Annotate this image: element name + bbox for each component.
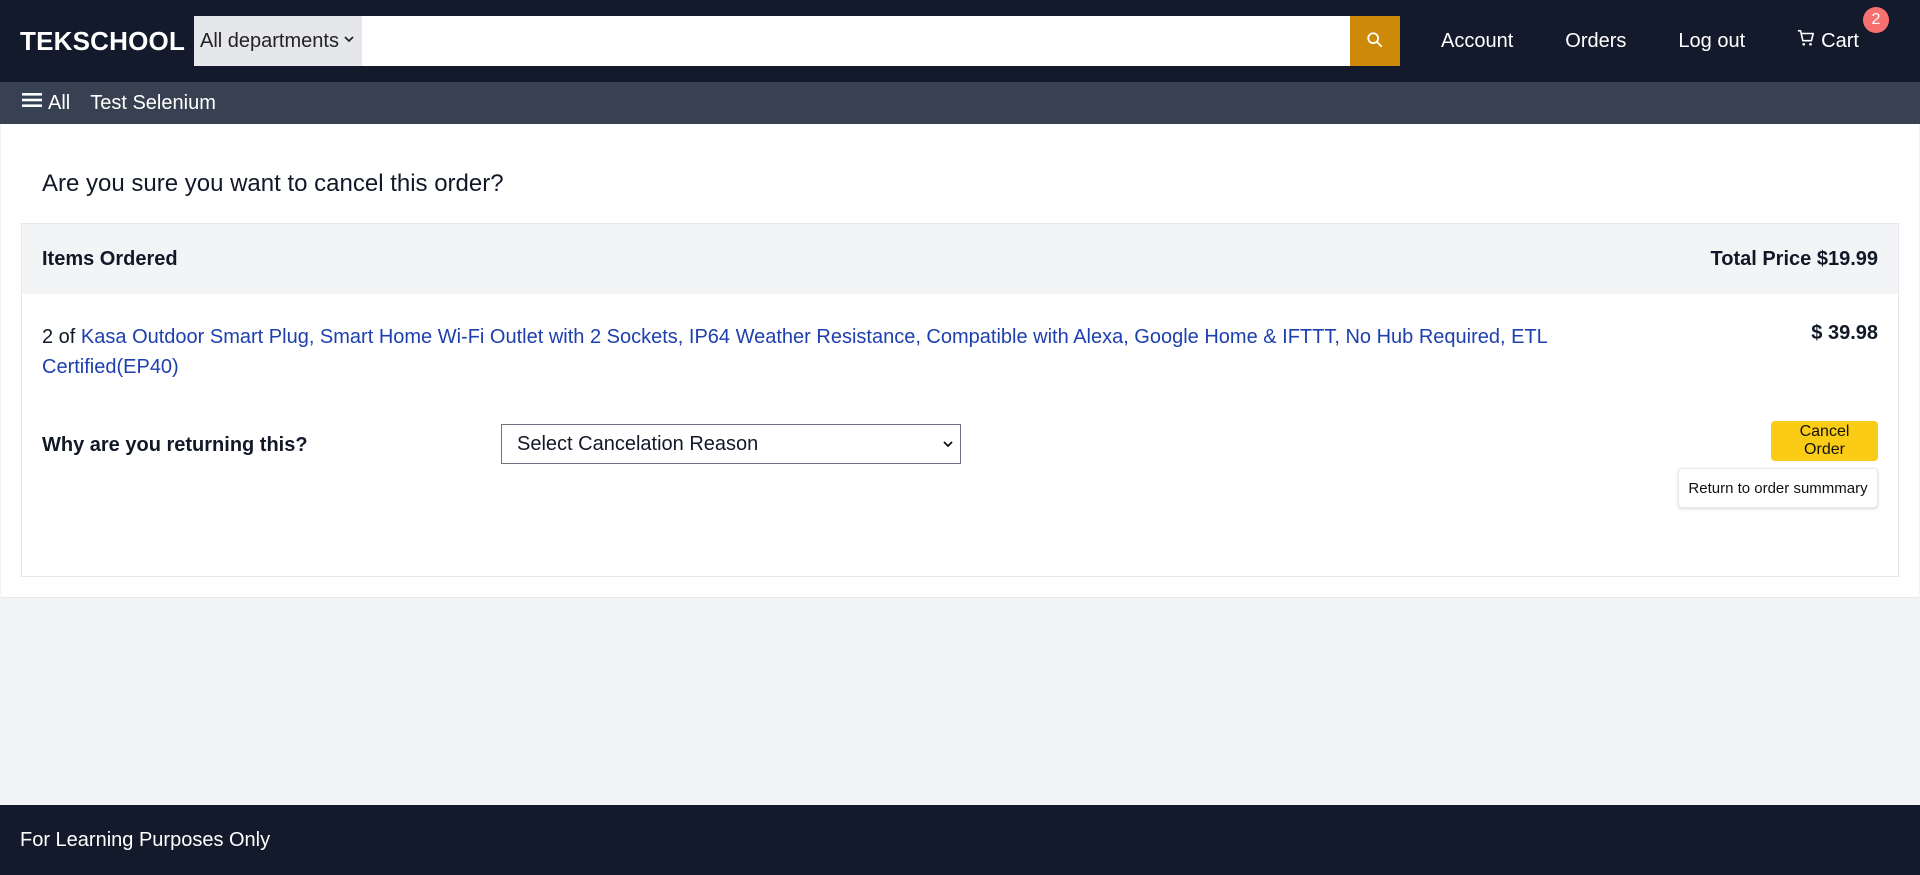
logout-link[interactable]: Log out [1678, 30, 1745, 53]
orders-link[interactable]: Orders [1565, 30, 1626, 53]
order-actions: Cancel Order Return to order summmary [1678, 421, 1878, 508]
total-price: Total Price $19.99 [1710, 247, 1879, 270]
search-input[interactable] [362, 16, 1350, 66]
cancel-reason-selected-value: Select Cancelation Reason [517, 432, 759, 455]
all-menu-label: All [48, 91, 71, 114]
cart-icon [1797, 29, 1821, 53]
chevron-down-icon [942, 433, 954, 456]
account-link[interactable]: Account [1441, 30, 1513, 53]
subnav-item-test-selenium[interactable]: Test Selenium [90, 92, 216, 115]
order-item-description: 2 of Kasa Outdoor Smart Plug, Smart Home… [42, 322, 1602, 428]
return-to-summary-button[interactable]: Return to order summmary [1678, 468, 1878, 508]
search-bar: All departments [194, 16, 1400, 66]
order-item-row: 2 of Kasa Outdoor Smart Plug, Smart Home… [22, 294, 1898, 428]
departments-select[interactable]: All departments [194, 16, 362, 66]
cart-count-badge: 2 [1862, 7, 1889, 33]
top-header: TEKSCHOOL All departments Account Orders… [0, 0, 1920, 82]
cancel-reason-row: Why are you returning this? Select Cance… [22, 421, 1898, 548]
cancel-reason-select[interactable]: Select Cancelation Reason [501, 424, 961, 464]
footer-text: For Learning Purposes Only [20, 828, 271, 851]
order-box: Items Ordered Total Price $19.99 2 of Ka… [21, 223, 1899, 577]
items-ordered-heading: Items Ordered [42, 247, 178, 270]
cancel-order-card: Are you sure you want to cancel this ord… [1, 124, 1919, 598]
cart-link[interactable]: Cart 2 [1797, 7, 1889, 53]
cart-label: Cart [1821, 29, 1859, 52]
item-price: $ 39.98 [1811, 322, 1878, 344]
reason-label: Why are you returning this? [42, 434, 308, 456]
hamburger-icon [22, 91, 48, 115]
order-header: Items Ordered Total Price $19.99 [22, 224, 1898, 294]
header-nav: Account Orders Log out Cart 2 [1441, 0, 1889, 82]
footer: For Learning Purposes Only [0, 805, 1920, 875]
all-menu-button[interactable]: All [22, 91, 70, 115]
search-button[interactable] [1350, 16, 1400, 66]
chevron-down-icon [343, 32, 355, 48]
logo[interactable]: TEKSCHOOL [20, 26, 185, 57]
item-quantity: 2 of [42, 326, 76, 348]
sub-nav: All Test Selenium [0, 82, 1920, 124]
search-icon [1366, 31, 1384, 52]
departments-selected-value: All departments [200, 29, 339, 52]
cancel-order-button[interactable]: Cancel Order [1771, 421, 1878, 461]
item-name-link[interactable]: Kasa Outdoor Smart Plug, Smart Home Wi-F… [42, 326, 1547, 378]
